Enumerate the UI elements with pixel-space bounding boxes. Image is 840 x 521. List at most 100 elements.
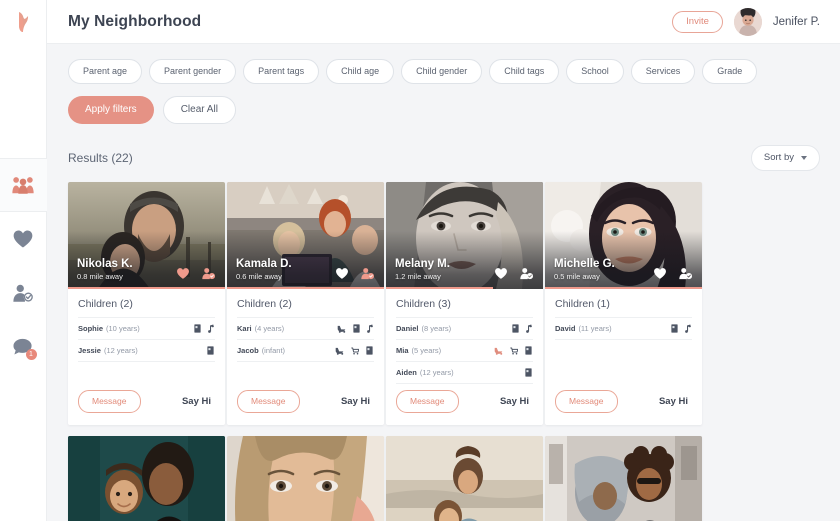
child-tag-icons (512, 324, 532, 333)
message-button[interactable]: Message (396, 390, 459, 413)
filter-actions: Apply filters Clear All (68, 96, 820, 124)
say-hi-button[interactable]: Say Hi (500, 396, 533, 407)
page-title: My Neighborhood (68, 12, 202, 30)
results-count-label: Results (22) (68, 151, 133, 165)
sort-by-dropdown[interactable]: Sort by (750, 145, 820, 171)
child-age: (10 years) (106, 324, 140, 333)
card-photo[interactable]: Nikolas K. 0.8 mile away (68, 182, 225, 289)
cart-icon (510, 347, 518, 355)
topbar-right: Invite Jenifer P. (672, 7, 820, 36)
card-body: Children (2) Sophie (10 years) Jessie (1… (68, 289, 225, 390)
card-body: Children (3) Daniel (8 years) Mia (5 yea… (386, 289, 543, 390)
book-icon (207, 346, 214, 355)
book-icon (512, 324, 519, 333)
book-icon (525, 346, 532, 355)
children-title: Children (2) (237, 298, 292, 310)
child-age: (infant) (261, 346, 286, 355)
cart-icon (351, 347, 359, 355)
music-note-icon (526, 324, 532, 333)
photo-actions (176, 267, 216, 280)
messages-badge: 1 (25, 349, 37, 360)
sidebar-item-messages[interactable]: 1 (0, 320, 47, 374)
filter-chip-grade[interactable]: Grade (702, 59, 758, 84)
child-row: Mia (5 years) (396, 339, 533, 361)
filter-chip-parent-age[interactable]: Parent age (68, 59, 143, 84)
message-button[interactable]: Message (78, 390, 141, 413)
child-age: (4 years) (254, 324, 285, 333)
child-tag-icons (194, 324, 214, 333)
topbar: My Neighborhood Invite Jenifer P. (47, 0, 840, 44)
book-icon (366, 346, 373, 355)
child-tag-icons (671, 324, 691, 333)
profile-name: Melany M. (395, 258, 450, 270)
filter-chip-parent-gender[interactable]: Parent gender (149, 59, 237, 84)
book-icon (671, 324, 678, 333)
connect-person-check-icon[interactable] (201, 267, 216, 280)
card-footer: Message Say Hi (386, 390, 543, 425)
apply-filters-button[interactable]: Apply filters (68, 96, 154, 124)
app-root: 1 My Neighborhood Invite Jenifer P. Pare… (0, 0, 840, 521)
filter-chip-child-gender[interactable]: Child gender (401, 59, 483, 84)
profile-photo-image (227, 436, 384, 521)
children-title: Children (2) (78, 298, 133, 310)
filter-chip-child-tags[interactable]: Child tags (489, 59, 560, 84)
sidebar-item-connections[interactable] (0, 266, 47, 320)
child-name: Mia (396, 346, 409, 355)
book-icon (194, 324, 201, 333)
profile-progress-bar (545, 287, 702, 289)
profile-distance: 0.6 mile away (236, 272, 282, 281)
card-photo[interactable]: Michelle G. 0.5 mile away (545, 182, 702, 289)
profile-card[interactable]: Kamala D. 0.6 mile away Children (2) Kar… (227, 182, 384, 425)
favorite-heart-icon[interactable] (176, 267, 190, 280)
child-name: Jacob (237, 346, 259, 355)
child-row: Jessie (12 years) (78, 339, 215, 361)
profile-card[interactable] (68, 436, 225, 521)
person-check-icon (13, 284, 33, 302)
photo-actions (653, 267, 693, 280)
profile-card[interactable] (545, 436, 702, 521)
connect-person-check-icon[interactable] (678, 267, 693, 280)
sidebar-item-neighborhood[interactable] (0, 158, 47, 212)
app-logo[interactable] (0, 0, 46, 44)
filter-chips: Parent age Parent gender Parent tags Chi… (68, 44, 820, 84)
filter-chip-child-age[interactable]: Child age (326, 59, 395, 84)
connect-person-check-icon[interactable] (360, 267, 375, 280)
say-hi-button[interactable]: Say Hi (182, 396, 215, 407)
card-photo[interactable]: Kamala D. 0.6 mile away (227, 182, 384, 289)
favorite-heart-icon[interactable] (653, 267, 667, 280)
book-icon (353, 324, 360, 333)
favorite-heart-icon[interactable] (335, 267, 349, 280)
profile-progress-bar (68, 287, 225, 289)
profile-card[interactable]: Melany M. 1.2 mile away Children (3) Dan… (386, 182, 543, 425)
filter-chip-parent-tags[interactable]: Parent tags (243, 59, 320, 84)
avatar[interactable] (733, 7, 762, 36)
clear-all-button[interactable]: Clear All (162, 96, 236, 124)
filter-chip-school[interactable]: School (566, 59, 624, 84)
child-age: (11 years) (578, 324, 612, 333)
children-title: Children (1) (555, 298, 610, 310)
favorite-heart-icon[interactable] (494, 267, 508, 280)
connect-person-check-icon[interactable] (519, 267, 534, 280)
user-name: Jenifer P. (772, 15, 820, 28)
main-area: My Neighborhood Invite Jenifer P. Parent… (47, 0, 840, 521)
stroller-icon (335, 347, 344, 355)
card-photo[interactable]: Melany M. 1.2 mile away (386, 182, 543, 289)
profile-card[interactable]: Michelle G. 0.5 mile away Children (1) D… (545, 182, 702, 425)
say-hi-button[interactable]: Say Hi (341, 396, 374, 407)
message-button[interactable]: Message (237, 390, 300, 413)
child-name: Sophie (78, 324, 104, 333)
sidebar: 1 (0, 0, 47, 521)
say-hi-button[interactable]: Say Hi (659, 396, 692, 407)
sidebar-item-favorites[interactable] (0, 212, 47, 266)
child-name: Kari (237, 324, 252, 333)
message-button[interactable]: Message (555, 390, 618, 413)
card-footer: Message Say Hi (68, 390, 225, 425)
card-footer: Message Say Hi (227, 390, 384, 425)
filter-chip-services[interactable]: Services (630, 59, 696, 84)
card-footer: Message Say Hi (545, 390, 702, 425)
photo-actions (335, 267, 375, 280)
invite-button[interactable]: Invite (672, 10, 723, 33)
profile-card[interactable]: Nikolas K. 0.8 mile away Children (2) So… (68, 182, 225, 425)
profile-card[interactable] (227, 436, 384, 521)
profile-card[interactable] (386, 436, 543, 521)
